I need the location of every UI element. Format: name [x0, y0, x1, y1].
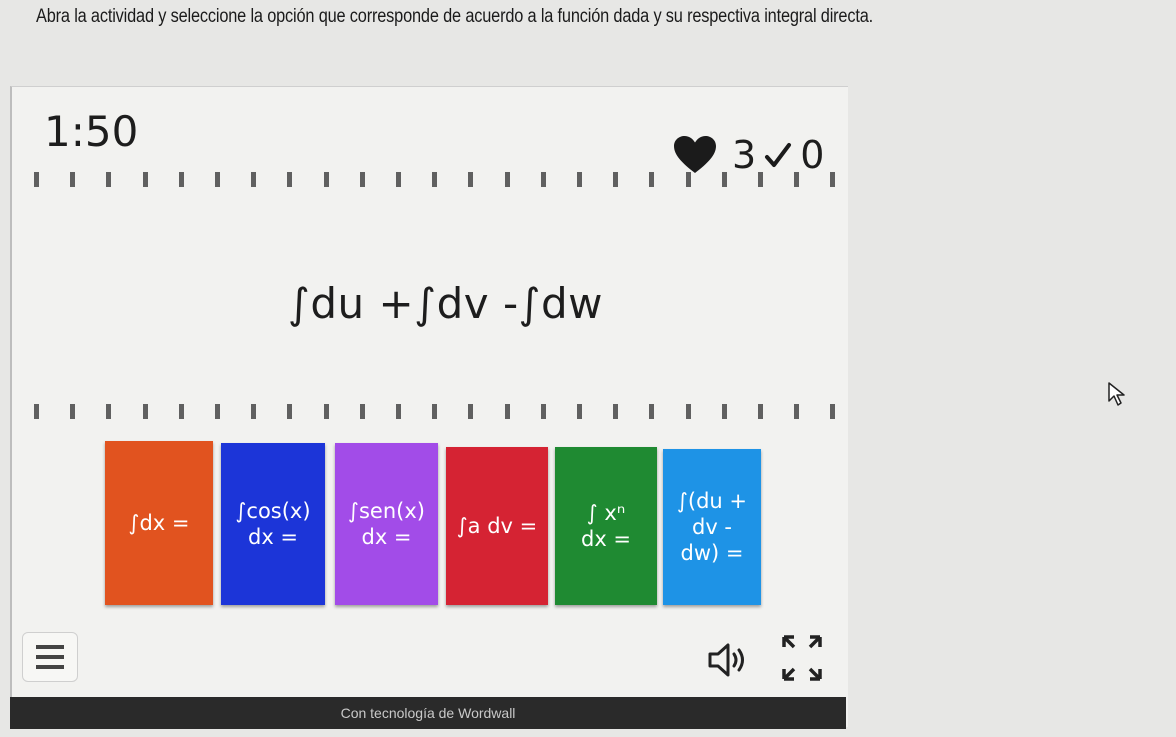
progress-tick [178, 404, 184, 419]
progress-tick [721, 404, 727, 419]
progress-tick [830, 404, 836, 419]
progress-tick [685, 404, 691, 419]
progress-tick [142, 172, 148, 187]
cursor-icon [1108, 382, 1125, 406]
progress-tick [396, 172, 401, 187]
progress-tick [794, 404, 800, 419]
heart-icon [674, 136, 716, 173]
question-text: ∫du +∫dv -∫dw [288, 279, 603, 328]
answer-card-du-dv-dw[interactable]: ∫(du + dv - dw) = [663, 449, 761, 605]
progress-tick [106, 404, 112, 419]
progress-tick [432, 172, 438, 187]
answer-card-label: ∫(du + dv - dw) = [676, 488, 748, 566]
answer-card-cos[interactable]: ∫cos(x) dx = [221, 443, 325, 605]
progress-bar-bottom [28, 404, 844, 420]
fullscreen-icon[interactable] [780, 633, 824, 683]
score-count: 0 [800, 133, 825, 177]
answer-card-sen[interactable]: ∫sen(x) dx = [335, 443, 438, 605]
progress-tick [70, 404, 76, 419]
progress-tick [287, 404, 293, 419]
progress-tick [34, 172, 39, 187]
progress-tick [613, 404, 619, 419]
progress-tick [142, 404, 148, 419]
check-icon [765, 143, 792, 167]
progress-bar-top [28, 172, 844, 188]
progress-tick [577, 172, 582, 187]
progress-tick [794, 172, 800, 187]
progress-tick [287, 172, 293, 187]
progress-tick [504, 172, 510, 187]
answer-card-label: ∫a dv = [456, 513, 538, 538]
answer-card-a-dv[interactable]: ∫a dv = [446, 447, 548, 605]
progress-tick [468, 172, 474, 187]
progress-tick [758, 404, 763, 419]
answer-card-dx[interactable]: ∫dx = [105, 441, 213, 605]
progress-tick [396, 404, 401, 419]
progress-tick [359, 404, 365, 419]
answer-card-label: ∫sen(x) dx = [348, 498, 425, 549]
timer: 1:50 [44, 107, 139, 156]
menu-icon[interactable] [22, 632, 78, 682]
progress-tick [649, 172, 655, 187]
answer-options: ∫dx = ∫cos(x) dx = ∫sen(x) dx = ∫a dv = … [105, 441, 765, 607]
progress-tick [178, 172, 184, 187]
progress-tick [70, 172, 76, 187]
answer-card-label: ∫cos(x) dx = [235, 498, 311, 549]
progress-tick [251, 172, 257, 187]
instruction-text: Abra la actividad y seleccione la opción… [36, 6, 874, 27]
progress-tick [215, 404, 220, 419]
progress-tick [504, 404, 510, 419]
progress-tick [359, 172, 365, 187]
answer-card-label: ∫ xⁿ dx = [580, 500, 632, 551]
progress-tick [577, 404, 582, 419]
progress-tick [323, 404, 329, 419]
answer-card-label: ∫dx = [128, 510, 190, 535]
progress-tick [613, 172, 619, 187]
progress-tick [251, 404, 257, 419]
progress-tick [323, 172, 329, 187]
progress-tick [540, 404, 546, 419]
progress-tick [34, 404, 39, 419]
progress-tick [468, 404, 474, 419]
progress-tick [215, 172, 220, 187]
answer-card-xn[interactable]: ∫ xⁿ dx = [555, 447, 657, 605]
score-panel: 3 0 [672, 133, 824, 177]
progress-tick [432, 404, 438, 419]
progress-tick [721, 172, 727, 187]
progress-tick [685, 172, 691, 187]
progress-tick [830, 172, 836, 187]
progress-tick [106, 172, 112, 187]
progress-tick [649, 404, 655, 419]
lives-count: 3 [732, 133, 757, 177]
progress-tick [540, 172, 546, 187]
progress-tick [758, 172, 763, 187]
footer-credit[interactable]: Con tecnología de Wordwall [10, 697, 846, 729]
sound-icon[interactable] [706, 640, 752, 680]
